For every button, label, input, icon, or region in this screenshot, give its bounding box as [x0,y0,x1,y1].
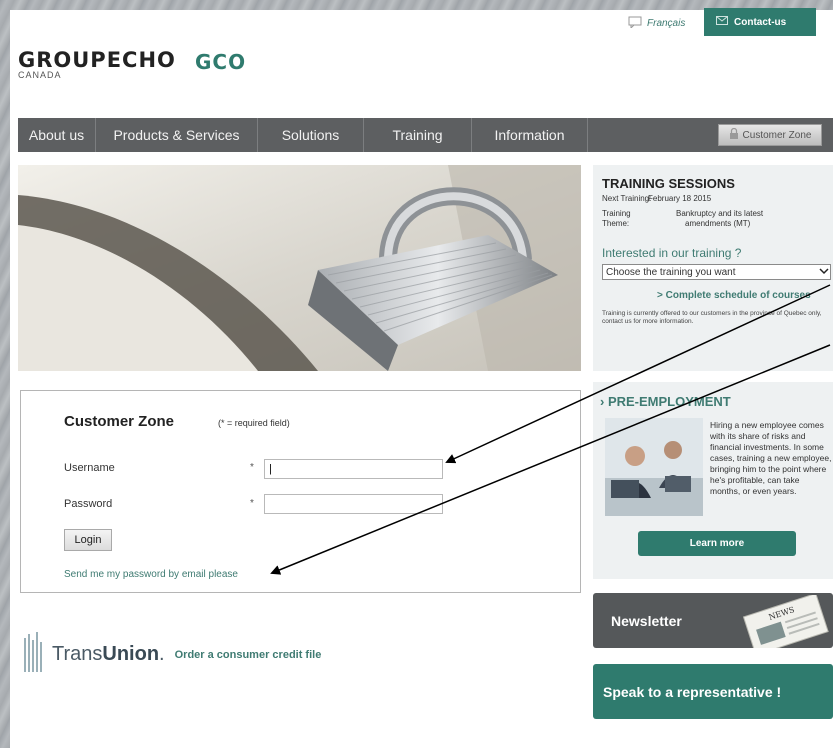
training-select-value: Choose the training you want [606,266,736,278]
nav-item-about-us[interactable]: About us [18,118,96,152]
training-note: Training is currently offered to our cus… [602,310,822,325]
contact-label: Contact-us [734,16,787,28]
password-label: Password [64,498,113,510]
next-training-date: February 18 2015 [648,194,712,203]
mail-icon [716,16,728,28]
pre-employment-title[interactable]: › PRE-EMPLOYMENT [600,394,731,409]
customer-zone-button[interactable]: Customer Zone [718,124,822,146]
transunion-banner[interactable]: TransUnion. Order a consumer credit file [22,630,321,679]
course-schedule-link[interactable]: > Complete schedule of courses [657,290,811,301]
language-label: Français [647,18,686,29]
login-button[interactable]: Login [64,529,112,551]
speak-to-representative-button[interactable]: Speak to a representative ! [593,664,833,719]
speak-label: Speak to a representative ! [603,683,782,700]
nav-item-products-services[interactable]: Products & Services [96,118,258,152]
transunion-brand: TransUnion. [52,643,165,665]
transunion-brand-bold: Union [102,643,160,665]
theme-value-line1: Bankruptcy and its latest [676,209,764,218]
login-title: Customer Zone [64,413,175,430]
next-training-label: Next Training: [602,194,652,203]
nav-item-solutions[interactable]: Solutions [258,118,364,152]
password-input[interactable] [264,494,443,514]
username-required-star: * [250,462,254,473]
lock-icon [729,127,739,142]
transunion-brand-plain: Trans [52,643,103,665]
newspaper-icon: NEWS [733,593,833,648]
training-select[interactable]: Choose the training you want [602,264,831,280]
username-input[interactable] [264,459,443,479]
speech-bubble-icon [628,16,642,31]
contact-button[interactable]: Contact-us [704,8,816,36]
newsletter-label: Newsletter [611,613,682,629]
nav-item-training[interactable]: Training [364,118,472,152]
pre-employment-text: Hiring a new employee comes with its sha… [710,420,832,496]
language-link[interactable]: Français [628,16,685,31]
theme-value-line2: amendments (MT) [685,219,751,228]
call-center-image [605,418,703,516]
newsletter-banner[interactable]: Newsletter NEWS [593,593,833,648]
transunion-logo-icon [22,630,46,679]
credit-file-link[interactable]: Order a consumer credit file [175,649,322,661]
customer-zone-label: Customer Zone [742,129,812,141]
username-label: Username [64,462,115,474]
training-interest-heading: Interested in our training ? [602,246,742,260]
logo-mark: GCO [195,50,247,74]
theme-label-line1: Training [602,209,631,218]
main-nav: About us Products & Services Solutions T… [18,118,833,152]
password-required-star: * [250,498,254,509]
required-field-note: (* = required field) [218,418,290,428]
send-password-email-link[interactable]: Send me my password by email please [64,569,238,580]
hero-padlock-image [18,165,581,371]
training-title: TRAINING SESSIONS [602,176,735,191]
learn-more-button[interactable]: Learn more [638,531,796,556]
company-logo[interactable]: GROUPECHO CANADA [18,48,176,80]
chevron-down-icon [818,267,830,278]
nav-item-information[interactable]: Information [472,118,588,152]
logo-text: GROUPECHO [18,48,176,72]
theme-label-line2: Theme: [602,219,630,228]
